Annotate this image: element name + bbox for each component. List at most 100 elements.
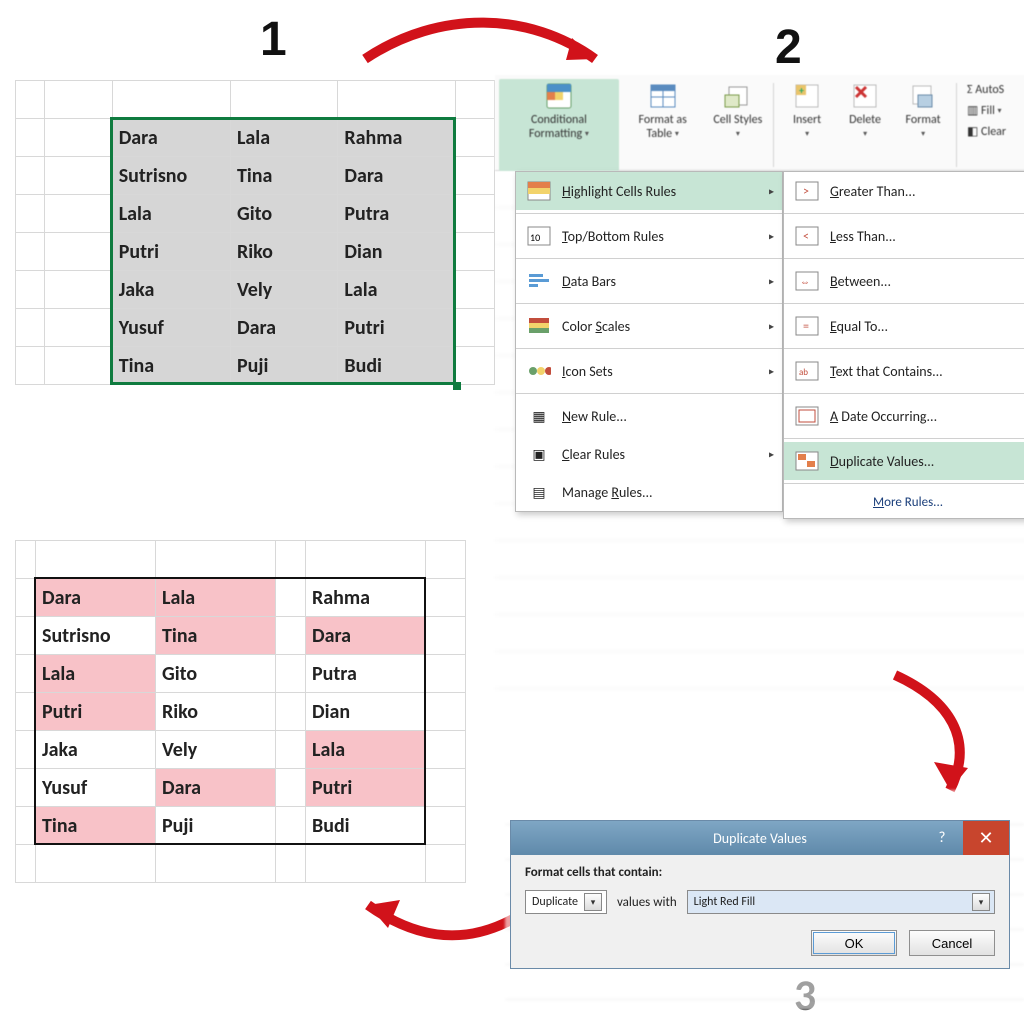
cell[interactable]: Yusuf — [36, 769, 156, 807]
icon-sets-item[interactable]: Icon Sets▸ — [516, 352, 782, 390]
cell[interactable] — [45, 119, 112, 157]
cell[interactable] — [276, 731, 306, 769]
cell[interactable] — [156, 845, 276, 883]
cell[interactable]: Dian — [306, 693, 426, 731]
cell[interactable] — [112, 81, 230, 119]
cell[interactable]: Riko — [156, 693, 276, 731]
cell[interactable] — [230, 81, 337, 119]
cell[interactable]: Putri — [36, 693, 156, 731]
cell[interactable] — [16, 157, 45, 195]
cell[interactable]: Jaka — [36, 731, 156, 769]
insert-cells-button[interactable]: + Insert▾ — [778, 79, 836, 171]
cell[interactable]: Budi — [338, 347, 456, 385]
format-as-table-button[interactable]: Format as Table ▾ — [619, 79, 707, 171]
cell[interactable] — [45, 81, 112, 119]
new-rule-item[interactable]: ▦New Rule... — [516, 397, 782, 435]
clear-rules-item[interactable]: ▣Clear Rules▸ — [516, 435, 782, 473]
cell[interactable]: Dara — [112, 119, 230, 157]
cell[interactable] — [16, 541, 36, 579]
cell[interactable] — [45, 309, 112, 347]
cell[interactable] — [16, 195, 45, 233]
cell[interactable]: Putra — [306, 655, 426, 693]
cell[interactable] — [276, 579, 306, 617]
cell[interactable] — [276, 655, 306, 693]
cell[interactable] — [426, 541, 466, 579]
cell[interactable] — [16, 309, 45, 347]
cell[interactable]: Rahma — [306, 579, 426, 617]
cell[interactable] — [306, 845, 426, 883]
cell[interactable]: Sutrisno — [112, 157, 230, 195]
cell[interactable] — [16, 769, 36, 807]
manage-rules-item[interactable]: ▤Manage Rules... — [516, 473, 782, 511]
fill-button[interactable]: ▥ Fill ▾ — [967, 103, 1024, 118]
cell[interactable] — [45, 347, 112, 385]
duplicate-type-combo[interactable]: Duplicate▾ — [525, 890, 607, 914]
cell[interactable]: Tina — [112, 347, 230, 385]
cell[interactable]: Putri — [338, 309, 456, 347]
cell[interactable]: Lala — [156, 579, 276, 617]
cell[interactable] — [16, 731, 36, 769]
between-item[interactable]: ⇔ Between... — [784, 262, 1024, 300]
cell[interactable]: Dian — [338, 233, 456, 271]
cell[interactable] — [45, 233, 112, 271]
less-than-item[interactable]: < Less Than... — [784, 217, 1024, 255]
cell[interactable] — [456, 271, 495, 309]
cell[interactable]: Dara — [36, 579, 156, 617]
cell[interactable] — [456, 195, 495, 233]
cell[interactable] — [426, 807, 466, 845]
cell[interactable]: Lala — [230, 119, 337, 157]
cell[interactable]: Tina — [36, 807, 156, 845]
cell[interactable]: Yusuf — [112, 309, 230, 347]
dialog-help-button[interactable]: ? — [927, 821, 957, 855]
cell[interactable]: Dara — [306, 617, 426, 655]
cell[interactable]: Lala — [338, 271, 456, 309]
cell[interactable] — [456, 157, 495, 195]
cell[interactable] — [16, 617, 36, 655]
more-rules-item[interactable]: More Rules... — [784, 487, 1024, 518]
cell[interactable] — [426, 655, 466, 693]
cell[interactable]: Puji — [230, 347, 337, 385]
cell[interactable] — [276, 693, 306, 731]
cell[interactable]: Tina — [230, 157, 337, 195]
cell[interactable] — [16, 81, 45, 119]
cell[interactable] — [456, 309, 495, 347]
cell[interactable] — [16, 807, 36, 845]
cell[interactable]: Lala — [306, 731, 426, 769]
cell[interactable]: Putra — [338, 195, 456, 233]
cell[interactable] — [338, 81, 456, 119]
cell[interactable]: Lala — [112, 195, 230, 233]
cell[interactable] — [456, 81, 495, 119]
cell[interactable] — [426, 769, 466, 807]
cell-styles-button[interactable]: Cell Styles ▾ — [707, 79, 770, 171]
cell[interactable] — [16, 579, 36, 617]
clear-button[interactable]: ◧ Clear — [967, 124, 1024, 139]
cell[interactable] — [276, 541, 306, 579]
cell[interactable]: Puji — [156, 807, 276, 845]
cell[interactable]: Gito — [156, 655, 276, 693]
source-table[interactable]: DaraLalaRahmaSutrisnoTinaDaraLalaGitoPut… — [15, 80, 495, 385]
duplicate-values-item[interactable]: Duplicate Values... — [784, 442, 1024, 480]
cell[interactable]: Gito — [230, 195, 337, 233]
text-contains-item[interactable]: ab Text that Contains... — [784, 352, 1024, 390]
cell[interactable] — [276, 807, 306, 845]
cell[interactable] — [16, 233, 45, 271]
cell[interactable]: Putri — [112, 233, 230, 271]
delete-cells-button[interactable]: Delete▾ — [836, 79, 894, 171]
ok-button[interactable]: OK — [811, 930, 897, 956]
cell[interactable] — [276, 845, 306, 883]
cell[interactable] — [426, 617, 466, 655]
cell[interactable]: Budi — [306, 807, 426, 845]
cell[interactable] — [16, 655, 36, 693]
cell[interactable]: Vely — [230, 271, 337, 309]
cell[interactable] — [426, 731, 466, 769]
cell[interactable] — [156, 541, 276, 579]
cell[interactable]: Riko — [230, 233, 337, 271]
cell[interactable]: Vely — [156, 731, 276, 769]
cell[interactable] — [426, 693, 466, 731]
cell[interactable] — [306, 541, 426, 579]
cell[interactable] — [276, 769, 306, 807]
cell[interactable]: Lala — [36, 655, 156, 693]
cell[interactable] — [16, 845, 36, 883]
cell[interactable] — [16, 347, 45, 385]
cell[interactable]: Dara — [156, 769, 276, 807]
